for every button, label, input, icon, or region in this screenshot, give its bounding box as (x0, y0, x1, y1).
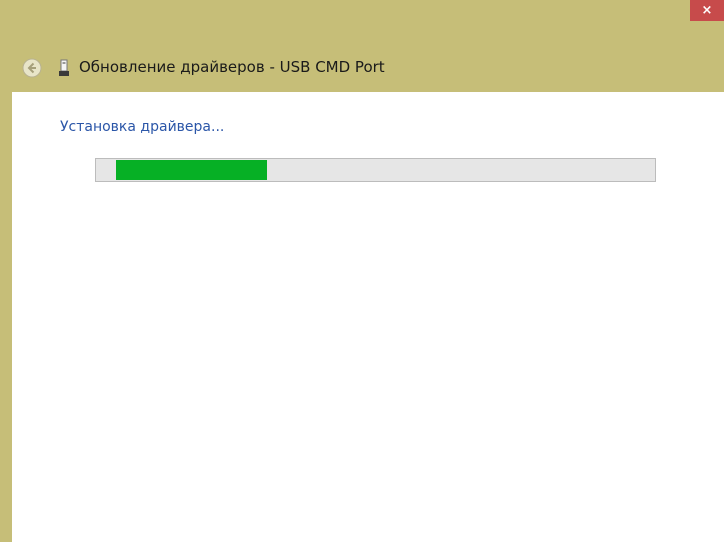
install-progress-bar (95, 158, 656, 182)
close-icon: × (701, 3, 713, 18)
window-title: Обновление драйверов - USB CMD Port (79, 58, 385, 76)
status-text: Установка драйвера... (60, 119, 225, 135)
wizard-window: × Обновление драйверов - USB CMD Port Ус… (0, 0, 724, 542)
back-button[interactable] (22, 58, 42, 78)
wizard-header: Обновление драйверов - USB CMD Port (0, 46, 724, 90)
back-arrow-icon (22, 58, 42, 78)
close-button[interactable]: × (690, 0, 724, 21)
content-panel: Установка драйвера... (12, 92, 724, 542)
progress-fill (116, 160, 267, 180)
usb-device-icon (58, 59, 70, 77)
